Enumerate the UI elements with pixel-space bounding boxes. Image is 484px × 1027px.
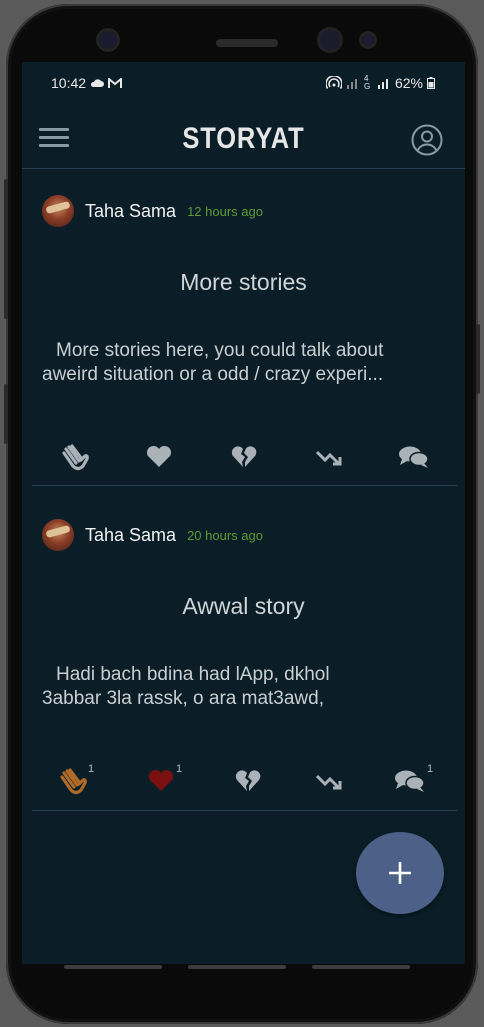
earpiece-speaker	[216, 39, 278, 47]
clap-icon	[60, 768, 87, 795]
story-title: Awwal story	[182, 593, 305, 619]
love-button[interactable]	[136, 441, 180, 471]
battery-percent: 62%	[394, 75, 423, 91]
nav-back[interactable]	[312, 965, 410, 969]
nav-home[interactable]	[188, 965, 286, 969]
nav-recents[interactable]	[64, 965, 162, 969]
author-name[interactable]: Taha Sama	[85, 525, 176, 546]
love-button[interactable]: 1	[138, 763, 183, 795]
heartbreak-button[interactable]	[221, 441, 265, 471]
front-sensor	[99, 31, 117, 49]
comments-icon	[395, 770, 425, 792]
heartbreak-button[interactable]	[225, 765, 269, 795]
iris-sensor	[362, 34, 374, 46]
app-screen: 10:42 4G 62% STORYAT Taha Sama 12 hours …	[22, 62, 465, 964]
bixby-button	[4, 384, 8, 444]
broken-heart-icon	[235, 770, 261, 791]
comment-button[interactable]: 1	[385, 763, 433, 795]
phone-frame: 10:42 4G 62% STORYAT Taha Sama 12 hours …	[4, 4, 480, 1024]
network-type: 4G	[363, 74, 371, 91]
add-story-button[interactable]	[356, 832, 444, 914]
author-row: Taha Sama 12 hours ago	[42, 195, 263, 227]
power-button	[476, 324, 480, 394]
signal-icon	[346, 79, 357, 89]
trend-down-button[interactable]	[306, 441, 350, 471]
post-time: 20 hours ago	[187, 527, 263, 543]
author-name[interactable]: Taha Sama	[85, 201, 176, 222]
front-camera	[320, 30, 340, 50]
gmail-icon	[108, 77, 123, 88]
signal-icon-2	[377, 79, 388, 89]
clap-button[interactable]: 1	[50, 763, 95, 795]
avatar[interactable]	[42, 519, 74, 551]
battery-icon	[427, 77, 435, 89]
story-body: Hadi bach bdina had lApp, dkhol 3abbar 3…	[42, 663, 452, 711]
volume-button	[4, 179, 8, 319]
system-nav-bar	[6, 964, 478, 1024]
user-circle-icon	[411, 124, 443, 156]
trend-down-icon	[315, 450, 342, 466]
author-row: Taha Sama 20 hours ago	[42, 519, 263, 551]
broken-heart-icon	[231, 446, 257, 467]
app-title: STORYAT	[182, 122, 305, 155]
heart-icon	[146, 445, 172, 467]
comment-count: 1	[427, 763, 434, 775]
status-bar: 10:42 4G 62%	[22, 62, 465, 106]
story-card[interactable]: Taha Sama 20 hours ago Awwal story Hadi …	[22, 493, 465, 811]
story-title: More stories	[180, 269, 307, 295]
hotspot-icon	[325, 76, 342, 89]
heart-icon	[148, 769, 174, 791]
story-body-line: aweird situation or a odd / crazy experi…	[42, 364, 384, 385]
cloud-icon	[90, 79, 105, 87]
divider	[32, 810, 457, 811]
story-body-line: More stories here, you could talk about	[56, 340, 384, 361]
story-card[interactable]: Taha Sama 12 hours ago More stories More…	[22, 169, 465, 486]
story-body: More stories here, you could talk about …	[42, 339, 452, 387]
reaction-bar: 1 1 1	[22, 763, 465, 795]
clap-button[interactable]	[52, 441, 96, 471]
story-body-line: Hadi bach bdina had lApp, dkhol	[56, 664, 330, 685]
comments-icon	[399, 446, 429, 468]
reaction-bar	[22, 441, 465, 471]
avatar[interactable]	[42, 195, 74, 227]
love-count: 1	[176, 763, 183, 775]
divider	[32, 485, 457, 486]
profile-button[interactable]	[411, 124, 443, 156]
plus-icon	[389, 862, 411, 884]
story-body-line: 3abbar 3la rassk, o ara mat3awd,	[42, 688, 324, 709]
clap-count: 1	[88, 763, 95, 775]
trend-down-button[interactable]	[306, 765, 350, 795]
comment-button[interactable]	[389, 441, 433, 471]
status-time: 10:42	[51, 75, 87, 91]
clap-icon	[62, 444, 89, 471]
trend-down-icon	[315, 774, 342, 790]
post-time: 12 hours ago	[187, 203, 263, 219]
app-bar: STORYAT	[22, 106, 465, 169]
